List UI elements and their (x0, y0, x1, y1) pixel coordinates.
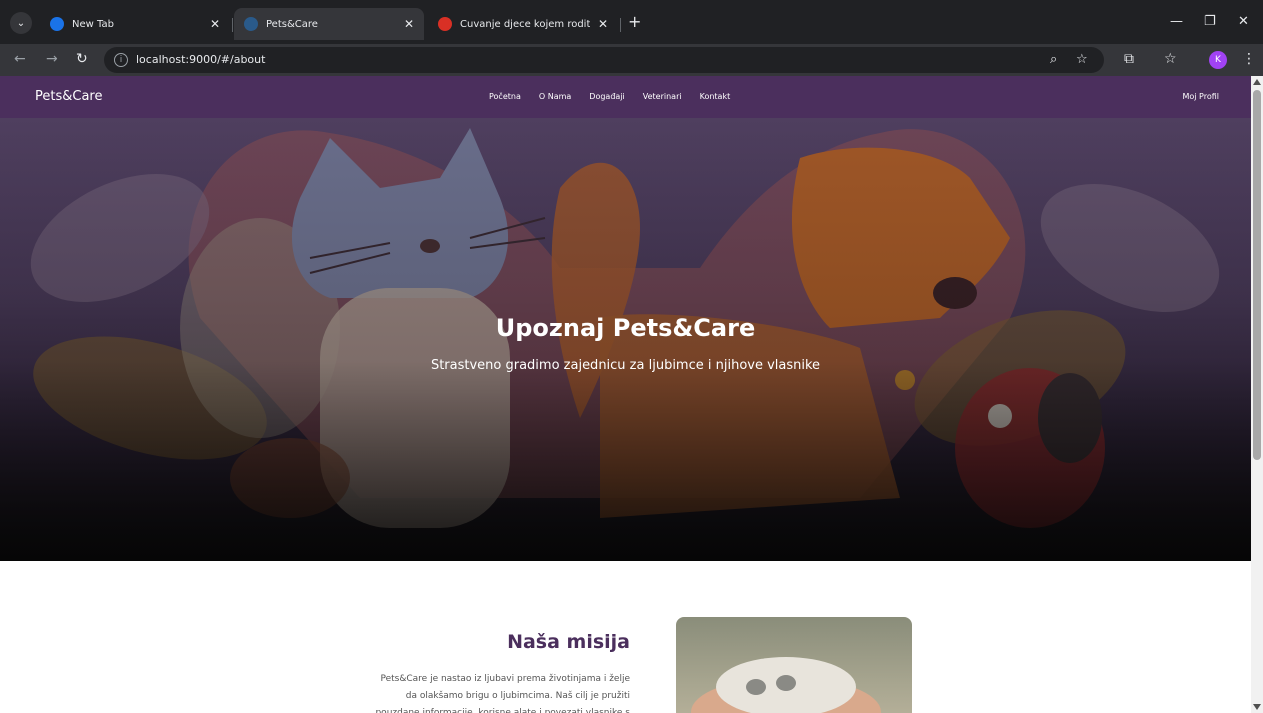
tab-divider (620, 18, 621, 32)
paw-pad (746, 679, 766, 695)
site-favicon-icon (438, 17, 452, 31)
mission-section: Naša misija Pets&Care je nastao iz ljuba… (0, 561, 1251, 713)
minimize-icon[interactable]: — (1170, 14, 1183, 29)
url-text[interactable]: localhost:9000/#/about (136, 53, 265, 66)
scroll-thumb[interactable] (1253, 90, 1261, 460)
nav-link-dogadaji[interactable]: Događaji (589, 92, 624, 101)
bookmark-star-icon[interactable]: ☆ (1076, 52, 1088, 67)
pets-care-favicon-icon (244, 17, 258, 31)
site-menu: Početna O Nama Događaji Veterinari Konta… (489, 92, 730, 101)
more-menu-icon[interactable]: ⋮ (1242, 51, 1256, 67)
mission-line: pouzdane informacije, korisne alate i po… (375, 708, 630, 713)
scroll-up-arrow-icon[interactable] (1253, 79, 1261, 85)
mission-heading: Naša misija (507, 631, 630, 653)
back-arrow-icon[interactable]: ← (14, 51, 26, 67)
profile-link[interactable]: Moj Profil (1182, 92, 1219, 101)
paw-in-hand-photo (676, 617, 912, 713)
page-scrollbar[interactable] (1251, 76, 1263, 713)
site-logo[interactable]: Pets&Care (35, 89, 102, 104)
forward-arrow-icon[interactable]: → (46, 51, 58, 67)
browser-tab-bar: ⌄ New Tab ✕ Pets&Care ✕ Čuvanje djece ko… (0, 0, 1263, 44)
close-icon[interactable]: ✕ (210, 17, 220, 31)
site-info-icon[interactable]: i (114, 53, 128, 67)
site-navbar: Pets&Care Početna O Nama Događaji Veteri… (0, 76, 1251, 118)
tab-title: Pets&Care (266, 18, 318, 30)
profile-avatar[interactable]: K (1209, 51, 1227, 69)
nav-link-pocetna[interactable]: Početna (489, 92, 521, 101)
mission-line: da olakšamo brigu o ljubimcima. Naš cilj… (405, 691, 630, 701)
nav-link-o-nama[interactable]: O Nama (539, 92, 571, 101)
hero-banner: Upoznaj Pets&Care Strastveno gradimo zaj… (0, 118, 1251, 561)
close-icon[interactable]: ✕ (404, 17, 414, 31)
tab-cuvanje-djece[interactable]: Čuvanje djece kojem roditelji vj ✕ (428, 8, 618, 40)
scroll-down-arrow-icon[interactable] (1253, 704, 1261, 710)
hero-title: Upoznaj Pets&Care (495, 314, 756, 342)
browser-toolbar: ← → ↻ i localhost:9000/#/about ⌕ ☆ ⧉ ☆ K… (0, 44, 1263, 76)
new-tab-plus-icon[interactable]: + (628, 14, 641, 30)
nav-link-kontakt[interactable]: Kontakt (700, 92, 731, 101)
zoom-icon[interactable]: ⌕ (1050, 52, 1057, 67)
tab-new-tab[interactable]: New Tab ✕ (40, 8, 230, 40)
window-close-icon[interactable]: ✕ (1238, 14, 1249, 29)
mission-text: Pets&Care je nastao iz ljubavi prema živ… (340, 671, 630, 713)
paw-pad (776, 675, 796, 691)
reload-icon[interactable]: ↻ (76, 51, 88, 67)
extensions-icon[interactable]: ⧉ (1124, 51, 1134, 67)
new-tab-favicon-icon (50, 17, 64, 31)
tab-title: New Tab (72, 18, 114, 30)
mission-line: Pets&Care je nastao iz ljubavi prema živ… (380, 674, 630, 684)
tab-divider (232, 18, 233, 32)
tab-title: Čuvanje djece kojem roditelji vj (460, 18, 590, 30)
nav-link-veterinari[interactable]: Veterinari (643, 92, 682, 101)
page-viewport: Pets&Care Početna O Nama Događaji Veteri… (0, 76, 1251, 713)
hero-subtitle: Strastveno gradimo zajednicu za ljubimce… (430, 358, 821, 373)
address-bar[interactable]: i localhost:9000/#/about ⌕ ☆ (104, 47, 1104, 73)
bookmarks-icon[interactable]: ☆ (1164, 51, 1177, 67)
restore-icon[interactable]: ❐ (1204, 14, 1216, 29)
close-icon[interactable]: ✕ (598, 17, 608, 31)
tab-search-button[interactable]: ⌄ (10, 12, 32, 34)
tab-pets-care[interactable]: Pets&Care ✕ (234, 8, 424, 40)
